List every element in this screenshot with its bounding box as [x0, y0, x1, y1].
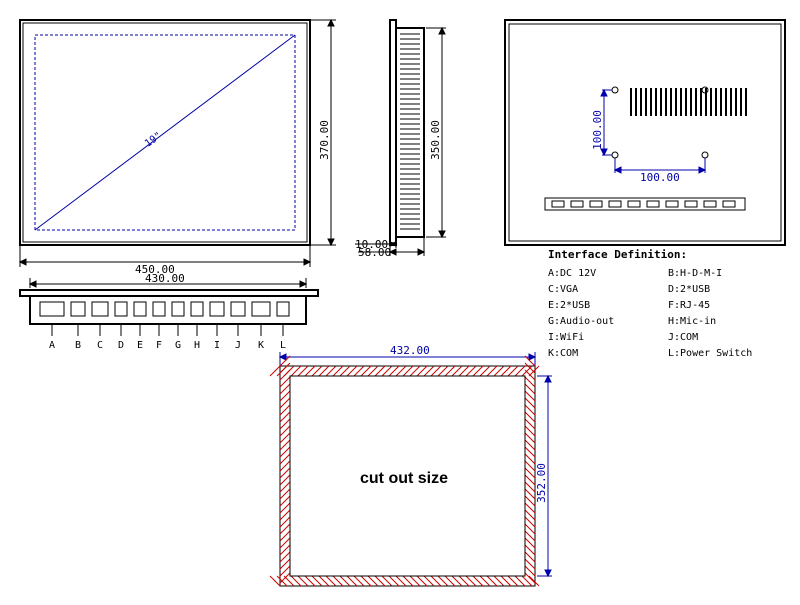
cutout-view: 432.00 cut out size 352.00: [270, 344, 552, 586]
port-letter: E: [137, 340, 143, 351]
front-height: 370.00: [318, 120, 331, 160]
iface-title: Interface Definition:: [548, 248, 687, 261]
cutout-height: 352.00: [535, 463, 548, 503]
port-letter: C: [97, 340, 103, 351]
side-height: 350.00: [429, 120, 442, 160]
port-letter: L: [280, 340, 286, 351]
iface-item: G:Audio-out: [548, 316, 614, 327]
iface-item: K:COM: [548, 348, 578, 359]
port-letter: F: [156, 340, 162, 351]
iface-item: C:VGA: [548, 284, 578, 295]
iface-item: B:H-D-M-I: [668, 268, 722, 279]
interface-definition: Interface Definition: A:DC 12V C:VGA E:2*U…: [548, 248, 752, 359]
iface-item: J:COM: [668, 332, 698, 343]
vesa-v: 100.00: [591, 110, 604, 150]
cutout-label: cut out size: [360, 470, 448, 487]
iface-item: A:DC 12V: [548, 268, 596, 279]
diagonal-label: 19": [143, 130, 164, 150]
port-letter: K: [258, 340, 264, 351]
iface-item: I:WiFi: [548, 332, 584, 343]
iface-item: E:2*USB: [548, 300, 590, 311]
iface-item: F:RJ-45: [668, 300, 710, 311]
cutout-width: 432.00: [390, 344, 430, 357]
ports-width: 430.00: [145, 272, 185, 285]
iface-item: D:2*USB: [668, 284, 710, 295]
port-letter: H: [194, 340, 200, 351]
port-letter: D: [118, 340, 124, 351]
port-letter: I: [214, 340, 220, 351]
ports-view: 430.00 A B C D E F G H I J K L: [20, 272, 318, 351]
port-letter: B: [75, 340, 81, 351]
vesa-h: 100.00: [640, 171, 680, 184]
port-letter: J: [235, 340, 241, 351]
iface-item: H:Mic-in: [668, 316, 716, 327]
front-view: 19" 450.00 370.00: [20, 20, 336, 276]
side-view: 58.00 10.00 350.00: [355, 20, 446, 259]
port-letter: A: [49, 340, 55, 351]
port-letter: G: [175, 340, 181, 351]
rear-view: 100.00 100.00: [505, 20, 785, 245]
side-bezel: 10.00: [355, 238, 388, 251]
iface-item: L:Power Switch: [668, 348, 752, 359]
